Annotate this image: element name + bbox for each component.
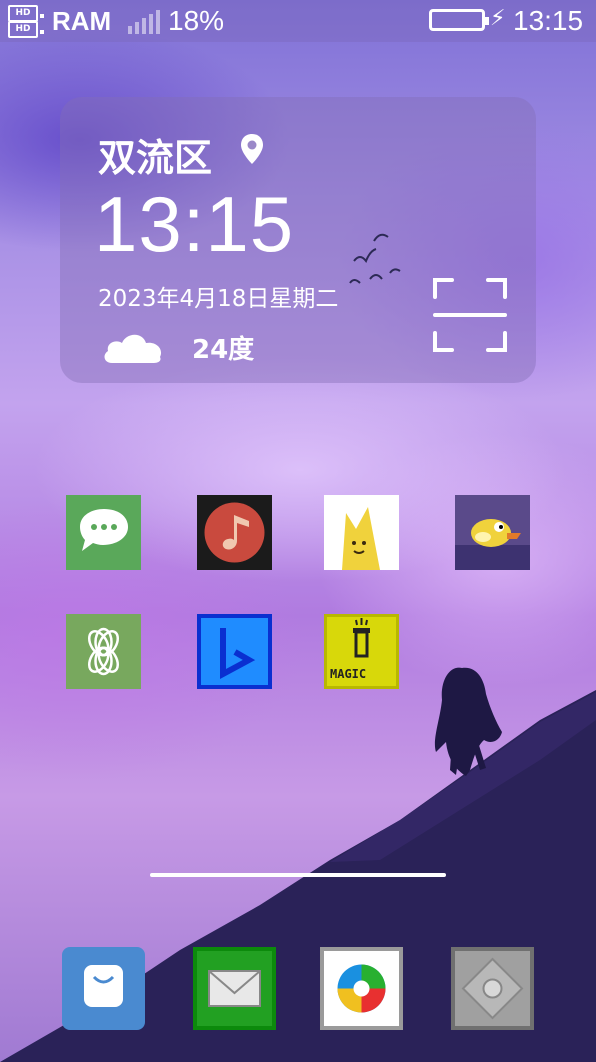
temperature: 24度 — [192, 335, 255, 365]
ram-label: RAM — [52, 6, 112, 36]
settings-app-icon[interactable] — [451, 947, 534, 1030]
location-pin-icon — [241, 134, 263, 164]
mail-app-icon[interactable] — [193, 947, 276, 1030]
color-wheel-app-icon[interactable] — [320, 947, 403, 1030]
clock-weather-widget[interactable]: 双流区 13:15 2023年4月18日星期二 24度 — [60, 97, 536, 383]
hd-label-top: HD — [8, 5, 38, 22]
widget-time: 13:15 — [94, 180, 295, 268]
location-name: 双流区 — [98, 136, 213, 180]
scan-icon[interactable] — [432, 277, 508, 353]
chat-app-icon[interactable] — [66, 495, 141, 570]
magic-label: MAGIC — [330, 667, 366, 681]
page-indicator-bar — [150, 873, 446, 877]
store-app-icon[interactable] — [62, 947, 145, 1030]
magic-flashlight-app-icon[interactable]: MAGIC — [324, 614, 399, 689]
widget-date: 2023年4月18日星期二 — [98, 286, 339, 312]
charging-bolt-icon: ⚡ — [490, 6, 506, 31]
ram-percent: 18% — [168, 5, 225, 36]
battery-icon — [429, 9, 489, 31]
flappy-bird-app-icon[interactable] — [455, 495, 530, 570]
status-bar: HD HD RAM 18% ⚡ 13:15 — [0, 0, 596, 42]
cat-app-icon[interactable] — [324, 495, 399, 570]
hd-volte-icon: HD HD — [8, 5, 44, 38]
status-clock: 13:15 — [513, 5, 584, 36]
cloud-icon — [104, 334, 162, 363]
hd-label-bottom: HD — [8, 21, 38, 38]
signal-bars-icon — [128, 10, 164, 34]
chatgpt-app-icon[interactable] — [66, 614, 141, 689]
music-app-icon[interactable] — [197, 495, 272, 570]
bing-app-icon[interactable] — [197, 614, 272, 689]
